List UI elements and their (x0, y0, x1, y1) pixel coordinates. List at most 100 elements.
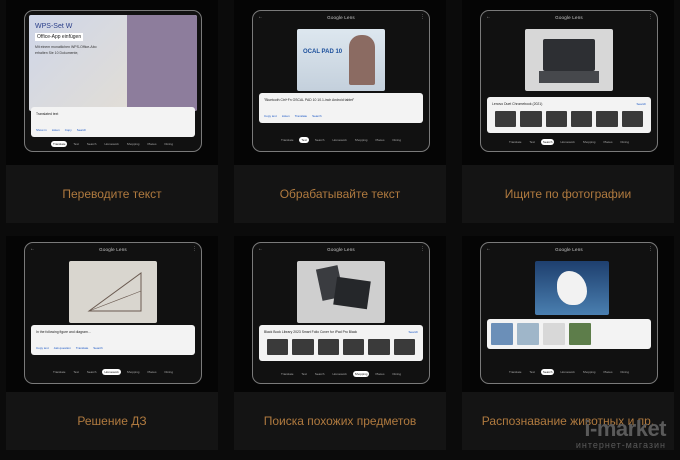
mode-tab-shopping[interactable]: Shopping (581, 369, 598, 375)
search-chip[interactable]: Search (636, 102, 646, 106)
mode-tab-shopping[interactable]: Shopping (581, 139, 598, 145)
mode-tab-shopping[interactable]: Shopping (125, 141, 142, 147)
action-chip[interactable]: Ask question (54, 346, 71, 350)
mode-tab-homework[interactable]: Homework (102, 141, 120, 147)
mode-tab-dining[interactable]: Dining (390, 371, 403, 377)
mode-tab-places[interactable]: Places (601, 139, 614, 145)
action-chip[interactable]: Copy text (36, 346, 49, 350)
lens-title: Google Lens (555, 246, 583, 252)
viewport-text: WPS-Set W (35, 23, 73, 30)
action-chip[interactable]: Search (77, 128, 87, 132)
result-thumbnail[interactable] (569, 323, 591, 345)
mode-tab-homework[interactable]: Homework (330, 137, 348, 143)
result-thumbnail[interactable] (368, 339, 390, 355)
mode-tab-search[interactable]: Search (540, 139, 555, 145)
mode-tab-dining[interactable]: Dining (618, 139, 631, 145)
mode-tab-translate[interactable]: Translate (279, 371, 295, 377)
mode-tab-places[interactable]: Places (373, 371, 386, 377)
result-thumbnail[interactable] (543, 323, 565, 345)
mode-tab-places[interactable]: Places (145, 141, 158, 147)
mode-tab-search[interactable]: Search (85, 369, 99, 375)
mode-tab-dining[interactable]: Dining (162, 141, 175, 147)
back-arrow-icon[interactable]: ← (258, 247, 263, 252)
mode-tab-translate[interactable]: Translate (507, 139, 523, 145)
mode-tab-places[interactable]: Places (145, 369, 158, 375)
mode-tab-search[interactable]: Search (313, 371, 327, 377)
mode-tab-homework[interactable]: Homework (330, 371, 348, 377)
mode-tab-text[interactable]: Text (527, 139, 537, 145)
mode-tab-dining[interactable]: Dining (162, 369, 175, 375)
action-chip[interactable]: Search (312, 114, 322, 118)
result-thumbnail[interactable] (317, 339, 339, 355)
mode-tab-places[interactable]: Places (373, 137, 386, 143)
mode-tab-translate[interactable]: Translate (51, 369, 67, 375)
mode-tab-text[interactable]: Text (527, 369, 537, 375)
lens-title: Google Lens (327, 246, 355, 252)
mode-tab-text[interactable]: Text (71, 141, 81, 147)
feature-label: Переводите текст (62, 187, 162, 201)
result-thumbnail[interactable] (267, 339, 289, 355)
back-arrow-icon[interactable]: ← (486, 15, 491, 20)
background-photo (127, 15, 197, 111)
more-icon[interactable]: ⋮ (648, 15, 653, 20)
result-thumbnail[interactable] (491, 323, 513, 345)
result-thumbnail[interactable] (393, 339, 415, 355)
more-icon[interactable]: ⋮ (192, 247, 197, 252)
mode-tab-shopping[interactable]: Shopping (353, 137, 370, 143)
action-chip[interactable]: Copy text (264, 114, 277, 118)
result-thumbnail[interactable] (292, 339, 314, 355)
mode-tab-places[interactable]: Places (601, 369, 614, 375)
mode-tab-dining[interactable]: Dining (618, 369, 631, 375)
watermark-logo: i-market интернет-магазин (576, 416, 667, 450)
more-icon[interactable]: ⋮ (420, 15, 425, 20)
tablet-frame: Google Lens ← ⋮ Black Book Library 2023 … (252, 242, 430, 384)
back-arrow-icon[interactable]: ← (30, 247, 35, 252)
mode-tab-shopping[interactable]: Shopping (352, 371, 370, 377)
tablet-frame: Google Lens ← ⋮ OCAL PAD 10 "Bluetooth C… (252, 10, 430, 152)
back-arrow-icon[interactable]: ← (486, 247, 491, 252)
mode-tab-search[interactable]: Search (85, 141, 99, 147)
mode-tab-homework[interactable]: Homework (558, 139, 576, 145)
mode-tab-homework[interactable]: Homework (558, 369, 576, 375)
mode-tab-shopping[interactable]: Shopping (125, 369, 142, 375)
feature-card-homework: Google Lens ← ⋮ In the following figure … (6, 236, 218, 450)
action-chip[interactable]: Listen (282, 114, 290, 118)
mode-bar: Translate Text Search Homework Shopping … (25, 369, 201, 375)
more-icon[interactable]: ⋮ (648, 247, 653, 252)
mode-tab-text[interactable]: Text (299, 371, 309, 377)
search-chip[interactable]: Search (408, 330, 418, 334)
mode-tab-translate[interactable]: Translate (51, 141, 68, 147)
result-thumbnail[interactable] (517, 323, 539, 345)
action-chip[interactable]: Translate (76, 346, 88, 350)
result-thumbnail[interactable] (342, 339, 365, 355)
screenshot: WPS-Set W Office-App einfügen Mit einem … (6, 0, 218, 165)
action-chip[interactable]: Copy (65, 128, 72, 132)
mode-tab-translate[interactable]: Translate (507, 369, 523, 375)
result-sheet: Translated text Show in Listen Copy Sear… (31, 107, 195, 137)
mode-tab-homework[interactable]: Homework (102, 369, 121, 375)
result-thumbnail[interactable] (520, 111, 542, 127)
result-thumbnail[interactable] (545, 111, 567, 127)
viewport-text: Mit einem monatlichen WPS-Office-Abo (35, 45, 97, 49)
result-sheet: Lenovo Duet Chromebook (2021) Search (487, 97, 651, 133)
result-thumbnail[interactable] (495, 111, 517, 127)
result-thumbnail[interactable] (570, 111, 593, 127)
mode-tab-text[interactable]: Text (71, 369, 81, 375)
screenshot: Google Lens ← ⋮ Black Book Library 2023 … (234, 236, 446, 392)
feature-label: Обрабатывайте текст (279, 187, 401, 201)
mode-tab-text[interactable]: Text (299, 137, 309, 143)
mode-bar: Translate Text Search Homework Shopping … (481, 139, 657, 145)
result-thumbnail[interactable] (596, 111, 618, 127)
more-icon[interactable]: ⋮ (420, 247, 425, 252)
lens-title: Google Lens (327, 14, 355, 20)
mode-tab-dining[interactable]: Dining (390, 137, 403, 143)
mode-tab-search[interactable]: Search (313, 137, 327, 143)
action-chip[interactable]: Listen (52, 128, 60, 132)
back-arrow-icon[interactable]: ← (258, 15, 263, 20)
result-thumbnail[interactable] (621, 111, 643, 127)
action-chip[interactable]: Search (93, 346, 103, 350)
mode-tab-translate[interactable]: Translate (279, 137, 295, 143)
action-chip[interactable]: Translate (295, 114, 307, 118)
action-chip[interactable]: Show in (36, 128, 47, 132)
mode-tab-search[interactable]: Search (540, 369, 555, 375)
